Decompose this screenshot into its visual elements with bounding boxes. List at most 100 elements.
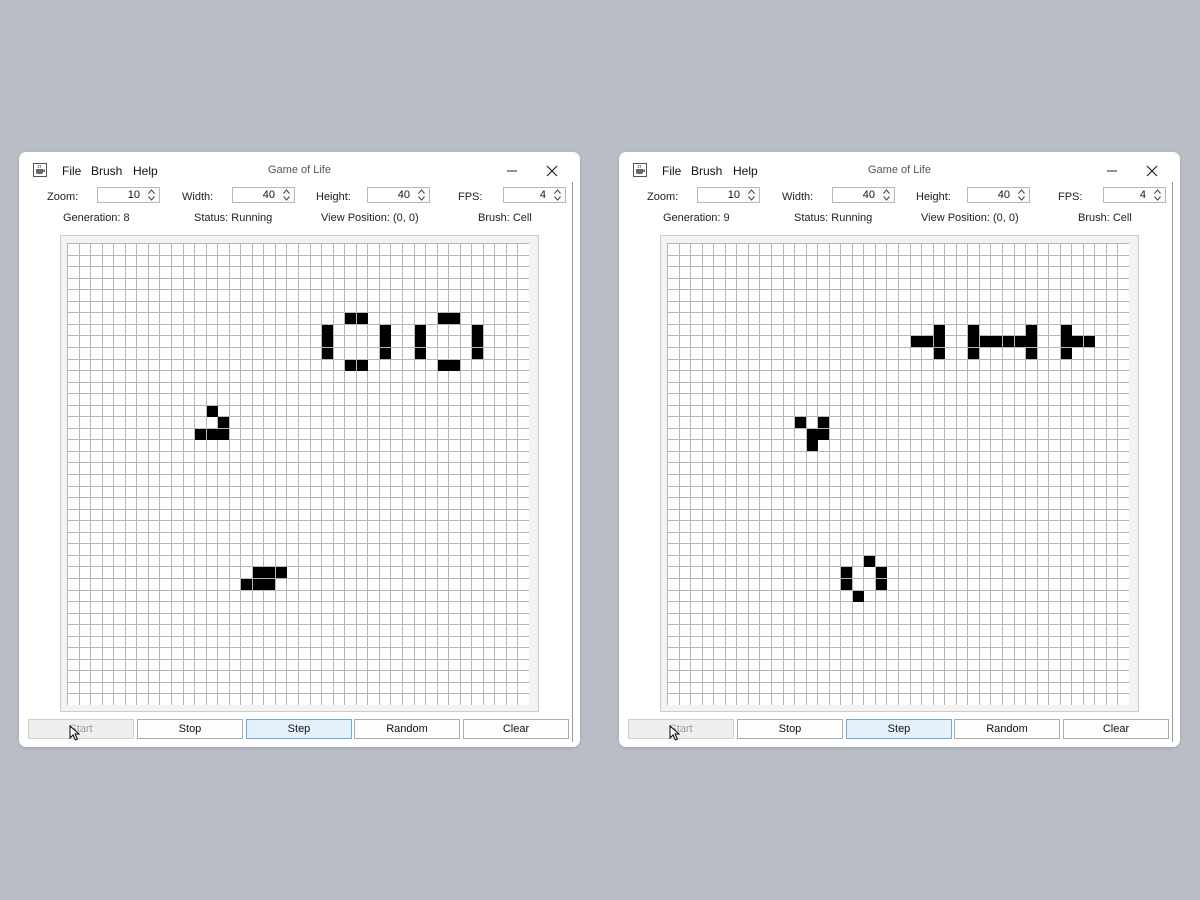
clear-button[interactable]: Clear [1063,719,1169,739]
live-cell[interactable] [1061,348,1072,359]
live-cell[interactable] [841,567,852,578]
zoom-decrement-button[interactable] [744,195,759,202]
zoom-spinner[interactable]: 10 [97,187,161,205]
height-spinner[interactable]: 40 [367,187,431,205]
random-button[interactable]: Random [354,719,460,739]
fps-input[interactable]: 4 [503,187,551,203]
live-cell[interactable] [472,348,483,359]
live-cell[interactable] [357,313,368,324]
live-cell[interactable] [1015,336,1026,347]
live-cell[interactable] [415,325,426,336]
height-input[interactable]: 40 [967,187,1015,203]
live-cell[interactable] [853,591,864,602]
live-cell[interactable] [345,360,356,371]
live-cell[interactable] [807,429,818,440]
zoom-increment-button[interactable] [744,188,759,195]
live-cell[interactable] [818,429,829,440]
live-cell[interactable] [438,360,449,371]
menu-file[interactable]: File [662,164,681,178]
live-cell[interactable] [264,567,275,578]
live-cell[interactable] [380,336,391,347]
live-cell[interactable] [253,567,264,578]
live-cell[interactable] [322,348,333,359]
zoom-decrement-button[interactable] [144,195,159,202]
life-grid[interactable] [67,243,529,705]
live-cell[interactable] [472,336,483,347]
height-decrement-button[interactable] [414,195,429,202]
fps-spinner[interactable]: 4 [503,187,567,205]
live-cell[interactable] [1072,336,1083,347]
live-cell[interactable] [807,440,818,451]
live-cell[interactable] [1026,348,1037,359]
stop-button[interactable]: Stop [137,719,243,739]
clear-button[interactable]: Clear [463,719,569,739]
live-cell[interactable] [218,429,229,440]
height-decrement-button[interactable] [1014,195,1029,202]
close-button[interactable] [1139,158,1165,184]
step-button[interactable]: Step [846,719,952,739]
fps-increment-button[interactable] [1150,188,1165,195]
start-button[interactable]: Start [28,719,134,739]
fps-input[interactable]: 4 [1103,187,1151,203]
width-decrement-button[interactable] [279,195,294,202]
width-spinner[interactable]: 40 [232,187,296,205]
live-cell[interactable] [818,417,829,428]
zoom-increment-button[interactable] [144,188,159,195]
zoom-input[interactable]: 10 [97,187,145,203]
title-bar[interactable]: File Brush Help Game of Life [619,152,1180,186]
live-cell[interactable] [934,348,945,359]
live-cell[interactable] [207,429,218,440]
close-button[interactable] [539,158,565,184]
live-cell[interactable] [322,336,333,347]
fps-decrement-button[interactable] [550,195,565,202]
zoom-input[interactable]: 10 [697,187,745,203]
live-cell[interactable] [1026,336,1037,347]
step-button[interactable]: Step [246,719,352,739]
width-increment-button[interactable] [879,188,894,195]
width-increment-button[interactable] [279,188,294,195]
live-cell[interactable] [922,336,933,347]
title-bar[interactable]: File Brush Help Game of Life [19,152,580,186]
width-decrement-button[interactable] [879,195,894,202]
live-cell[interactable] [449,360,460,371]
random-button[interactable]: Random [954,719,1060,739]
live-cell[interactable] [980,336,991,347]
live-cell[interactable] [345,313,356,324]
fps-increment-button[interactable] [550,188,565,195]
live-cell[interactable] [322,325,333,336]
live-cell[interactable] [1061,325,1072,336]
live-cell[interactable] [357,360,368,371]
live-cell[interactable] [195,429,206,440]
fps-spinner[interactable]: 4 [1103,187,1167,205]
menu-help[interactable]: Help [133,164,158,178]
zoom-spinner[interactable]: 10 [697,187,761,205]
live-cell[interactable] [449,313,460,324]
stop-button[interactable]: Stop [737,719,843,739]
live-cell[interactable] [968,336,979,347]
live-cell[interactable] [415,336,426,347]
live-cell[interactable] [207,406,218,417]
height-spinner[interactable]: 40 [967,187,1031,205]
start-button[interactable]: Start [628,719,734,739]
menu-file[interactable]: File [62,164,81,178]
live-cell[interactable] [1026,325,1037,336]
fps-decrement-button[interactable] [1150,195,1165,202]
live-cell[interactable] [438,313,449,324]
menu-brush[interactable]: Brush [691,164,722,178]
height-increment-button[interactable] [1014,188,1029,195]
life-grid[interactable] [667,243,1129,705]
live-cell[interactable] [934,336,945,347]
live-cell[interactable] [241,579,252,590]
live-cell[interactable] [1084,336,1095,347]
live-cell[interactable] [380,325,391,336]
live-cell[interactable] [264,579,275,590]
live-cell[interactable] [968,348,979,359]
live-cell[interactable] [1061,336,1072,347]
live-cell[interactable] [876,567,887,578]
live-cell[interactable] [864,556,875,567]
height-input[interactable]: 40 [367,187,415,203]
live-cell[interactable] [276,567,287,578]
live-cell[interactable] [991,336,1002,347]
width-input[interactable]: 40 [232,187,280,203]
live-cell[interactable] [934,325,945,336]
